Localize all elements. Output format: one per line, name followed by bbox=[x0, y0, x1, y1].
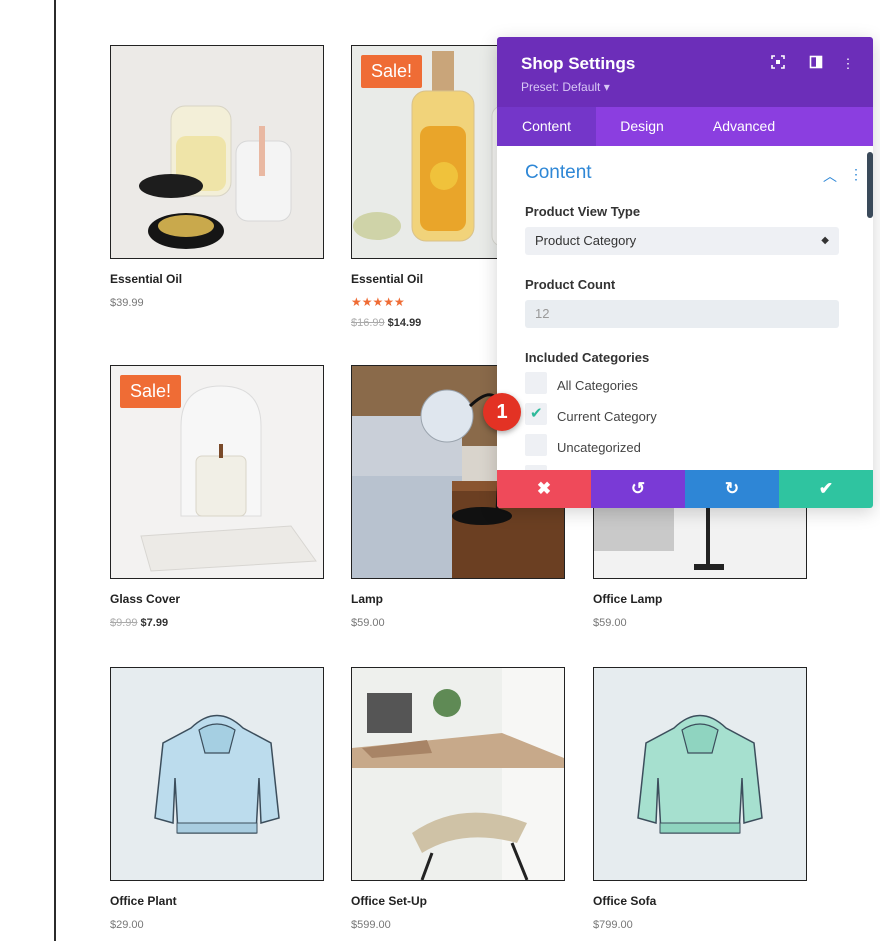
product-card[interactable]: Office Set-Up $599.00 bbox=[351, 667, 565, 937]
more-vertical-icon[interactable]: ⋮ bbox=[839, 55, 857, 73]
product-price: $16.99 $14.99 bbox=[351, 317, 422, 329]
product-view-type-label: Product View Type bbox=[525, 204, 641, 219]
product-card[interactable]: Office Plant $29.00 bbox=[110, 667, 324, 937]
checkbox-uncategorized[interactable] bbox=[525, 434, 547, 456]
scrollbar[interactable] bbox=[867, 152, 873, 218]
office-setup-image bbox=[352, 668, 564, 880]
redo-button[interactable]: ↻ bbox=[685, 470, 779, 508]
product-price: $39.99 bbox=[110, 297, 144, 309]
checkmark-icon: ✔ bbox=[530, 405, 543, 422]
product-name[interactable]: Lamp bbox=[351, 592, 383, 606]
step-callout-badge: 1 bbox=[483, 393, 521, 431]
product-name[interactable]: Office Lamp bbox=[593, 592, 662, 606]
product-view-type-select[interactable]: Product Category ◆ bbox=[525, 227, 839, 255]
cancel-button[interactable]: ✖ bbox=[497, 470, 591, 508]
hoodie-blue-image bbox=[111, 668, 323, 880]
sale-badge: Sale! bbox=[120, 375, 182, 408]
product-name[interactable]: Office Set-Up bbox=[351, 894, 427, 908]
product-image[interactable] bbox=[351, 667, 565, 881]
preset-dropdown[interactable]: Preset: Default ▾ bbox=[521, 80, 610, 94]
product-count-input[interactable]: 12 bbox=[525, 300, 839, 328]
product-image[interactable] bbox=[593, 667, 807, 881]
fullscreen-icon[interactable] bbox=[769, 55, 787, 73]
split-view-icon[interactable] bbox=[807, 55, 825, 73]
product-card[interactable]: Office Sofa $799.00 bbox=[593, 667, 807, 937]
product-price: $799.00 bbox=[593, 919, 633, 931]
product-price: $599.00 bbox=[351, 919, 391, 931]
select-arrows-icon: ◆ bbox=[821, 235, 829, 246]
tab-advanced[interactable]: Advanced bbox=[688, 107, 800, 146]
select-value: Product Category bbox=[535, 233, 637, 248]
product-card[interactable]: Sale! Glass Cover $9.99 $7.99 bbox=[110, 365, 324, 645]
product-card[interactable]: Essential Oil $39.99 bbox=[110, 45, 324, 325]
checkbox-all-categories[interactable] bbox=[525, 372, 547, 394]
product-price: $59.00 bbox=[593, 617, 627, 629]
checkbox-label: Uncategorized bbox=[557, 440, 641, 455]
checkbox-label: All Categories bbox=[557, 378, 638, 393]
section-title[interactable]: Content bbox=[525, 162, 592, 184]
product-image[interactable] bbox=[110, 45, 324, 259]
product-name[interactable]: Essential Oil bbox=[110, 272, 182, 286]
page-left-border bbox=[54, 0, 56, 941]
panel-title: Shop Settings bbox=[521, 54, 636, 73]
checkbox-current-category[interactable]: ✔ bbox=[525, 403, 547, 425]
product-image[interactable] bbox=[110, 667, 324, 881]
product-name[interactable]: Essential Oil bbox=[351, 272, 423, 286]
more-vertical-icon[interactable]: ⋮ bbox=[849, 166, 863, 183]
product-price: $59.00 bbox=[351, 617, 385, 629]
product-name[interactable]: Glass Cover bbox=[110, 592, 180, 606]
tab-content[interactable]: Content bbox=[497, 107, 596, 146]
panel-tabs: Content Design Advanced bbox=[497, 107, 873, 146]
product-price: $9.99 $7.99 bbox=[110, 617, 169, 629]
save-button[interactable]: ✔ bbox=[779, 470, 873, 508]
tab-design[interactable]: Design bbox=[596, 107, 688, 146]
shop-settings-panel: Shop Settings Preset: Default ▾ ⋮ Conten… bbox=[497, 37, 873, 508]
product-price: $29.00 bbox=[110, 919, 144, 931]
essential-oil-image bbox=[111, 46, 323, 258]
chevron-up-icon[interactable]: ︿ bbox=[823, 166, 837, 186]
panel-body: Content ︿ ⋮ Product View Type Product Ca… bbox=[497, 146, 873, 470]
checkbox-label: Current Category bbox=[557, 409, 657, 424]
product-count-label: Product Count bbox=[525, 277, 616, 292]
product-name[interactable]: Office Plant bbox=[110, 894, 177, 908]
panel-footer: ✖ ↺ ↻ ✔ bbox=[497, 470, 873, 508]
undo-button[interactable]: ↺ bbox=[591, 470, 685, 508]
included-categories-label: Included Categories bbox=[525, 350, 650, 365]
product-name[interactable]: Office Sofa bbox=[593, 894, 656, 908]
hoodie-green-image bbox=[594, 668, 806, 880]
rating-stars: ★★★★★ bbox=[351, 295, 405, 309]
sale-badge: Sale! bbox=[361, 55, 423, 88]
panel-header[interactable]: Shop Settings Preset: Default ▾ ⋮ bbox=[497, 37, 873, 107]
